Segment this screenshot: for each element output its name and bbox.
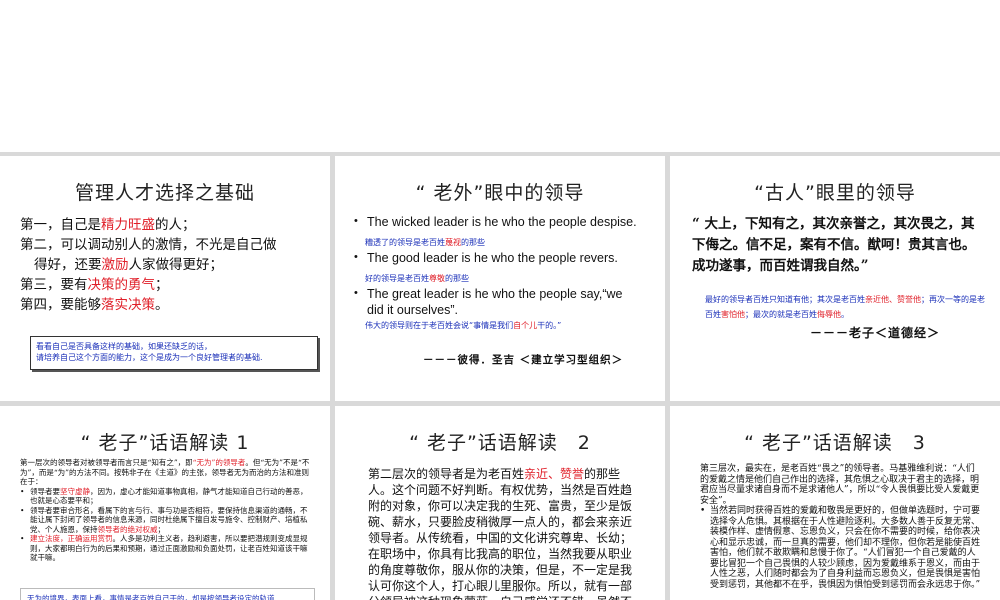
bullet-item-continued: did it ourselves”. — [367, 303, 459, 317]
note-box: 看看自己是否具备这样的基础，如果还缺乏的话， 请培养自己这个方面的能力，这个是成… — [30, 336, 318, 370]
list-line: 第三，要有决策的勇气； — [20, 277, 169, 293]
slide-title: 管理人才选择之基础 — [74, 182, 255, 204]
list-line: 得好，还要激励人家做得更好； — [34, 257, 223, 273]
slide-paragraph: 第二层次的领导者是为老百姓亲近、赞誉的那些人。这个问题不好判断。有权优势，当然是… — [368, 467, 633, 600]
slide-thumbnail-3[interactable]: “古人”眼里的领导 “ 大上，下知有之，其次亲誉之，其次畏之，其下侮之。信不足，… — [670, 156, 1000, 401]
slide-thumbnail-5[interactable]: “ 老子”话语解读 2 第二层次的领导者是为老百姓亲近、赞誉的那些人。这个问题不… — [335, 406, 665, 600]
slide-title: “古人”眼里的领导 — [754, 182, 916, 204]
bullet-icon: • — [354, 251, 358, 263]
bullet-translation: 好的领导是老百姓尊敬的那些 — [365, 274, 469, 283]
quote-explanation: 最好的领导者百姓只知道有他；其次是老百姓亲近他、赞誉他；再次一等的是老百姓害怕他… — [705, 295, 985, 319]
note-line: 看看自己是否具备这样的基础，如果还缺乏的话， — [36, 342, 212, 351]
quote-text: “ 大上，下知有之，其次亲誉之，其次畏之，其下侮之。信不足，案有不信。猷呵！贵其… — [692, 216, 976, 274]
slide-title: “ 老外”眼中的领导 — [415, 182, 585, 204]
attribution: －－－彼得．圣吉 ＜建立学习型组织＞ — [423, 354, 624, 366]
bullet-translation: 伟大的领导则在于老百姓会说“事情是我们自个儿干的。” — [365, 321, 562, 330]
list-line: 第四，要能够落实决策。 — [20, 297, 169, 313]
bullet-item: • The wicked leader is he who the people … — [354, 215, 637, 229]
list-line: 第一，自己是精力旺盛的人； — [20, 217, 196, 233]
slide-thumbnail-6[interactable]: “ 老子”话语解读 3 第三层次，最实在，是老百姓“畏之”的领导者。马基雅维利说… — [670, 406, 1000, 600]
intro-paragraph: 第三层次，最实在，是老百姓“畏之”的领导者。马基雅维利说：“人们的爱戴之情是他们… — [700, 464, 980, 506]
note-box: 无为的境界，表面上看，事情是老百姓自己干的，却是按领导者设定的轨道 — [20, 588, 315, 600]
attribution: －－－老子＜道德经＞ — [810, 326, 941, 340]
bullet-item: 领导者要坚守虚静，因为，虚心才能知道事物真相，静气才能知道自己行动的善恶，也就是… — [20, 487, 310, 506]
slide-body-text: 第三层次，最实在，是老百姓“畏之”的领导者。马基雅维利说：“人们的爱戴之情是他们… — [700, 464, 982, 590]
bullet-icon: • — [354, 287, 358, 299]
bullet-translation: 糟透了的领导是老百姓蔑视的那些 — [365, 238, 485, 247]
slide-title: “ 老子”话语解读 2 — [409, 432, 591, 454]
slide-title: “ 老子”话语解读 1 — [80, 432, 250, 454]
list-line: 第二，可以调动别人的激情，不光是自己做 — [20, 237, 277, 253]
slide-thumbnail-1[interactable]: 管理人才选择之基础 第一，自己是精力旺盛的人； 第二，可以调动别人的激情，不光是… — [0, 156, 330, 401]
bullet-icon: • — [354, 215, 358, 227]
bullet-item: 领导者要审合形名，看属下的言与行、事与功是否相符，要保持信息渠道的通畅，不能让属… — [20, 506, 310, 535]
slide-thumbnail-4[interactable]: “ 老子”话语解读 1 第一层次的领导者对被领导者而言只是“知有之”，即“无为”… — [0, 406, 330, 600]
slide-body-text: 第一层次的领导者对被领导者而言只是“知有之”，即“无为”的领导者。但“无为”不是… — [20, 458, 310, 563]
bullet-item: • The great leader is he who the people s… — [354, 287, 623, 301]
bullet-item: 建立法度，正确运用赏罚。人多是功利主义者，趋利避害，所以要把潜规则变成显规则，大… — [20, 534, 310, 563]
bullet-item: • The good leader is he who the people re… — [354, 251, 618, 265]
bullet-item: 当然若同时获得百姓的爱戴和敬畏是更好的，但做单选题时，宁可要选择令人危惧。其根据… — [700, 506, 982, 590]
note-line: 请培养自己这个方面的能力，这个是成为一个良好管理者的基础. — [36, 353, 263, 362]
slide-body-list: 第一，自己是精力旺盛的人； 第二，可以调动别人的激情，不光是自己做 得好，还要激… — [20, 215, 310, 315]
intro-paragraph: 第一层次的领导者对被领导者而言只是“知有之”，即“无为”的领导者。但“无为”不是… — [20, 458, 310, 486]
slide-title: “ 老子”话语解读 3 — [744, 432, 926, 454]
slide-thumbnail-2[interactable]: “ 老外”眼中的领导 • The wicked leader is he who … — [335, 156, 665, 401]
